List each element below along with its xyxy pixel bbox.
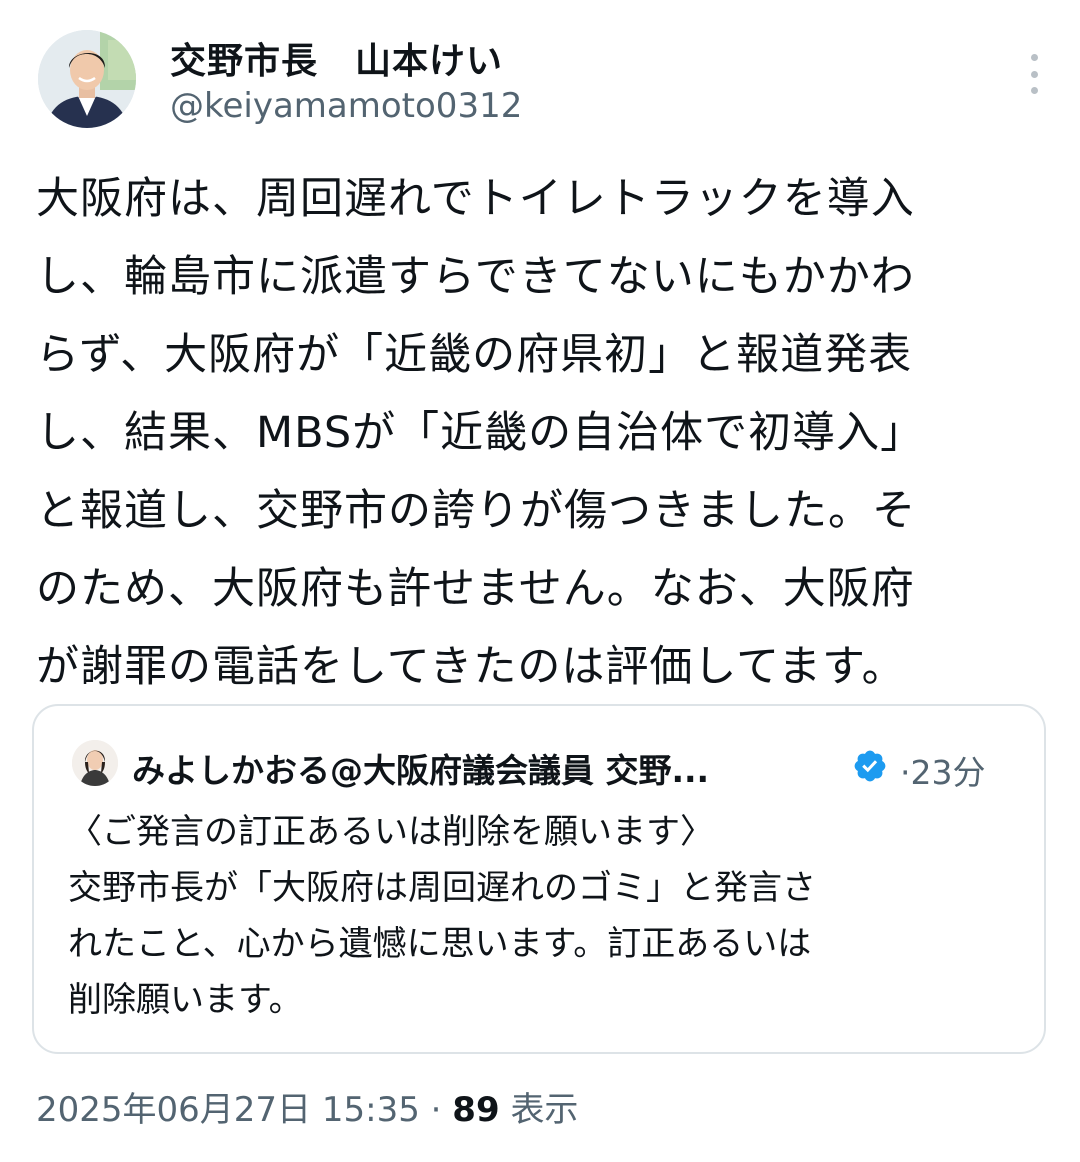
quote-text-line: 削除願います。	[68, 980, 303, 1020]
tweet-text-line: し、結果、MBSが「近畿の自治体で初導入」	[36, 408, 925, 458]
tweet-text-line: と報道し、交野市の誇りが傷つきました。そ	[36, 486, 916, 536]
tweet-text-line: らず、大阪府が「近畿の府県初」と報道発表	[36, 330, 913, 380]
quote-author-name: みよしかおる@大阪府議会議員 交野...	[132, 751, 710, 790]
quote-text-line: 〈ご発言の訂正あるいは削除を願います〉	[68, 812, 714, 852]
separator-dot: ·	[900, 753, 911, 792]
tweet-text-line: のため、大阪府も許せません。なお、大阪府	[36, 564, 915, 614]
view-count: 89	[452, 1090, 500, 1130]
quote-time[interactable]: ·23分	[900, 746, 986, 794]
verified-badge-icon	[854, 750, 886, 782]
dot	[1030, 70, 1038, 78]
separator-dot: ·	[430, 1090, 442, 1130]
tweet-text: 大阪府は、周回遅れでトイレトラックを導入 し、輪島市に派遣すらできてないにもかか…	[36, 160, 1046, 706]
tweet-text-line: が謝罪の電話をしてきたのは評価してます。	[36, 642, 906, 692]
tweet: 交野市長 山本けい @keiyamamoto0312 大阪府は、周回遅れでトイレ…	[0, 0, 1080, 1162]
tweet-text-line: し、輪島市に派遣すらできてないにもかかわ	[36, 252, 915, 302]
quote-author-avatar	[72, 740, 118, 786]
author-avatar[interactable]	[38, 30, 136, 128]
more-vertical-icon[interactable]	[1022, 54, 1046, 94]
tweet-meta: 2025年06月27日 15:35 · 89 表示	[36, 1082, 578, 1131]
dot	[1030, 87, 1038, 94]
view-label: 表示	[510, 1090, 579, 1130]
quote-text: 〈ご発言の訂正あるいは削除を願います〉 交野市長が「大阪府は周回遅れのゴミ」と発…	[68, 804, 1028, 1028]
author-handle[interactable]: @keiyamamoto0312	[170, 86, 522, 126]
dot	[1030, 54, 1038, 61]
tweet-text-line: 大阪府は、周回遅れでトイレトラックを導入	[36, 174, 915, 224]
quote-time-value: 23分	[910, 753, 986, 792]
quoted-tweet[interactable]: みよしかおる@大阪府議会議員 交野... ·23分 〈ご発言の訂正あるいは削除を…	[32, 704, 1046, 1054]
timestamp[interactable]: 2025年06月27日 15:35	[36, 1090, 420, 1130]
quote-text-line: 交野市長が「大阪府は周回遅れのゴミ」と発言さ	[68, 868, 816, 908]
quote-text-line: れたこと、心から遺憾に思います。訂正あるいは	[68, 924, 812, 964]
author-name[interactable]: 交野市長 山本けい	[170, 32, 503, 84]
